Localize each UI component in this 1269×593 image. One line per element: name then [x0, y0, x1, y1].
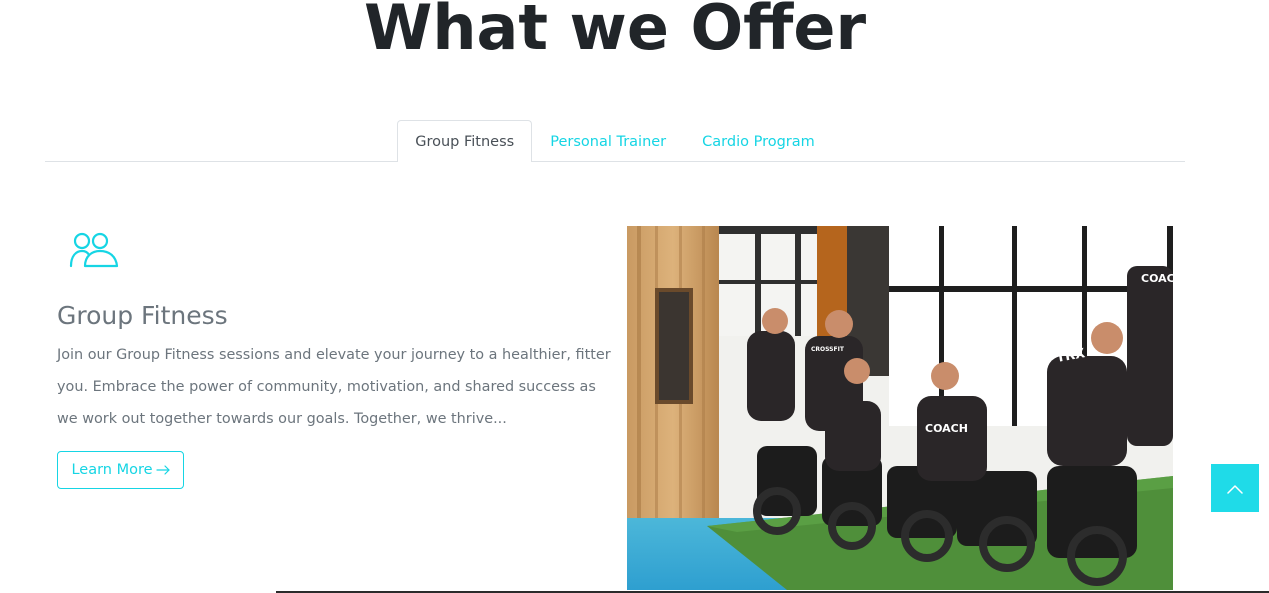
tab-personal-trainer[interactable]: Personal Trainer	[532, 120, 684, 161]
back-to-top-button[interactable]	[1211, 464, 1259, 512]
arrow-right-icon	[155, 453, 170, 489]
shirt-text-coach-2: COACH	[1141, 272, 1173, 285]
chevron-up-icon	[1227, 479, 1243, 498]
tab-cardio-program[interactable]: Cardio Program	[684, 120, 833, 161]
people-icon	[68, 229, 120, 269]
tab-group-fitness[interactable]: Group Fitness	[397, 120, 533, 162]
feature-title: Group Fitness	[57, 301, 228, 330]
shirt-text-crossfit: CROSSFIT	[811, 346, 845, 353]
section-title: What we Offer	[363, 0, 867, 64]
feature-description: Join our Group Fitness sessions and elev…	[57, 347, 611, 427]
shirt-text-coach: COACH	[925, 422, 968, 435]
learn-more-button[interactable]: Learn More	[57, 451, 184, 489]
learn-more-label: Learn More	[71, 462, 153, 478]
gym-photo: COACH TRX COACH CROSSFIT	[627, 226, 1173, 590]
page: What we Offer Group Fitness Personal Tra…	[0, 0, 1269, 593]
tab-bar: Group Fitness Personal Trainer Cardio Pr…	[45, 120, 1185, 162]
